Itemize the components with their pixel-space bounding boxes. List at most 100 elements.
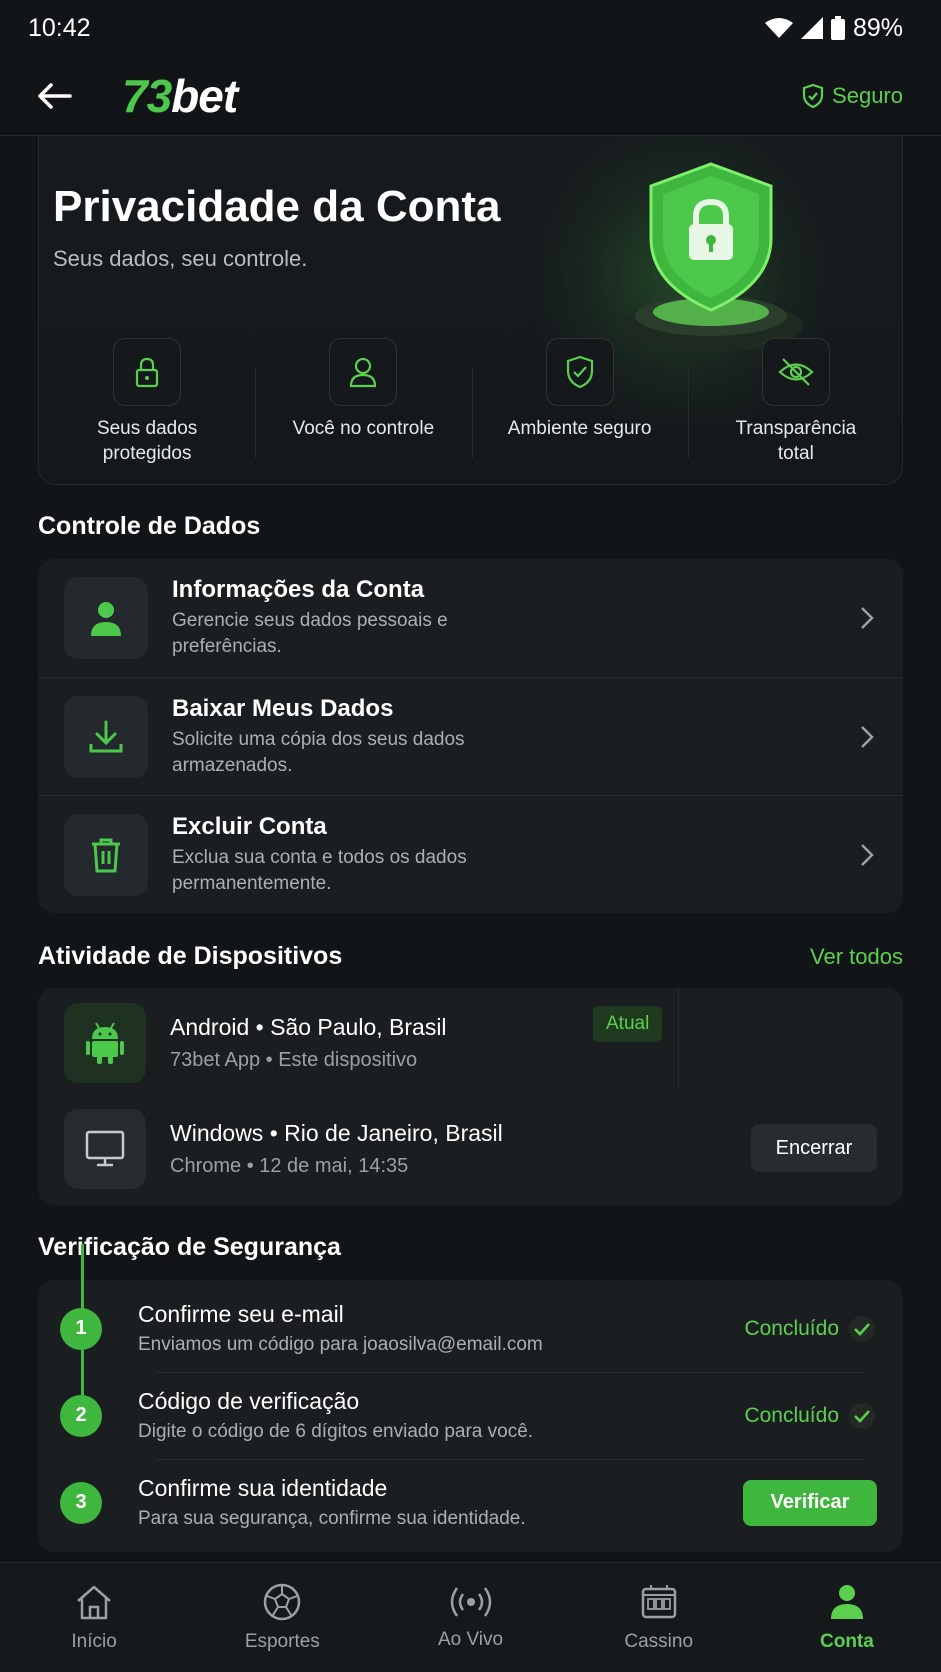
- top-bar: 73bet Seguro: [0, 56, 941, 136]
- row-text: Informações da Conta Gerencie seus dados…: [172, 576, 472, 660]
- step-description: Digite o código de 6 dígitos enviado par…: [138, 1421, 534, 1442]
- nav-label: Conta: [820, 1630, 874, 1652]
- download-icon: [89, 720, 123, 752]
- status-time: 10:42: [28, 13, 91, 42]
- secure-label: Seguro: [832, 82, 903, 108]
- row-title: Excluir Conta: [172, 812, 327, 840]
- nav-label: Cassino: [624, 1630, 694, 1652]
- wifi-icon: [764, 18, 793, 38]
- step-description: Enviamos um código para joaosilva@email.…: [138, 1334, 543, 1355]
- step-code: 2 Código de verificação Digite o código …: [38, 1372, 903, 1459]
- battery-icon: [830, 16, 845, 40]
- page-title: Privacidade da Conta: [53, 182, 501, 231]
- end-session-button[interactable]: Encerrar: [751, 1124, 877, 1172]
- download-data-row[interactable]: Baixar Meus Dados Solicite uma cópia dos…: [38, 677, 903, 795]
- soccer-ball-icon: [264, 1583, 301, 1620]
- live-broadcast-icon: [450, 1586, 491, 1617]
- device-title: Windows • Rio de Janeiro, Brasil: [170, 1120, 503, 1146]
- devices-title: Atividade de Dispositivos: [38, 942, 343, 970]
- device-text: Windows • Rio de Janeiro, Brasil Chrome …: [170, 1120, 503, 1178]
- row-icon-box: [64, 813, 148, 896]
- step-text: Confirme sua identidade Para sua seguran…: [138, 1475, 526, 1530]
- step-title: Confirme seu e-mail: [138, 1301, 344, 1327]
- data-control-card: Informações da Conta Gerencie seus dados…: [38, 559, 903, 913]
- bottom-navigation: Início Esportes Ao Vivo Cassino Conta: [0, 1562, 941, 1672]
- feature-protected-data: Seus dados protegidos: [39, 338, 255, 468]
- status-label: Concluído: [744, 1316, 839, 1340]
- step-identity: 3 Confirme sua identidade Para sua segur…: [38, 1459, 903, 1546]
- back-button[interactable]: [38, 76, 78, 116]
- step-title: Código de verificação: [138, 1388, 360, 1414]
- feature-icon-box: [761, 338, 830, 406]
- feature-secure-environment: Ambiente seguro: [471, 338, 688, 468]
- user-icon: [350, 357, 377, 388]
- chevron-right-icon: [861, 843, 874, 866]
- see-all-devices-link[interactable]: Ver todos: [810, 944, 903, 970]
- step-description: Para sua segurança, confirme sua identid…: [138, 1508, 526, 1529]
- device-subtitle: 73bet App • Este dispositivo: [170, 1049, 418, 1071]
- lock-icon: [136, 357, 159, 388]
- battery-level: 89%: [852, 13, 903, 42]
- row-icon-box: [64, 577, 148, 659]
- feature-icon-box: [545, 338, 614, 406]
- feature-label: Transparência total: [735, 418, 857, 464]
- brand-logo[interactable]: 73bet: [122, 69, 238, 123]
- step-number: 2: [60, 1394, 102, 1437]
- device-text: Android • São Paulo, Brasil 73bet App • …: [170, 1014, 447, 1072]
- security-card: 1 Confirme seu e-mail Enviamos um código…: [38, 1280, 903, 1552]
- nav-label: Início: [71, 1630, 117, 1652]
- row-description: Gerencie seus dados pessoais e preferênc…: [172, 610, 448, 657]
- shield-lock-illustration: [619, 162, 803, 352]
- chevron-right-icon: [861, 607, 874, 629]
- nav-ao-vivo[interactable]: Ao Vivo: [376, 1563, 564, 1672]
- shield-check-icon: [802, 83, 824, 108]
- device-icon-box: [64, 1003, 146, 1083]
- feature-in-control: Você no controle: [255, 338, 471, 468]
- feature-label: Seus dados protegidos: [96, 418, 198, 464]
- status-indicators: 89%: [764, 13, 903, 43]
- nav-esportes[interactable]: Esportes: [188, 1563, 376, 1672]
- nav-inicio[interactable]: Início: [0, 1563, 188, 1672]
- nav-cassino[interactable]: Cassino: [565, 1563, 753, 1672]
- device-row-android: Android • São Paulo, Brasil 73bet App • …: [38, 988, 903, 1098]
- nav-label: Ao Vivo: [437, 1628, 504, 1650]
- step-status: Concluído: [744, 1315, 875, 1342]
- signal-icon: [800, 17, 823, 39]
- shield-check-icon: [566, 355, 593, 389]
- device-icon-box: [64, 1109, 146, 1189]
- current-device-badge: Atual: [593, 1006, 663, 1042]
- row-description: Exclua sua conta e todos os dados perman…: [172, 846, 467, 894]
- verify-button[interactable]: Verificar: [743, 1479, 877, 1526]
- account-info-row[interactable]: Informações da Conta Gerencie seus dados…: [38, 559, 903, 677]
- step-text: Confirme seu e-mail Enviamos um código p…: [138, 1301, 543, 1356]
- check-icon: [849, 1402, 875, 1429]
- feature-icon-box: [329, 338, 398, 406]
- nav-conta[interactable]: Conta: [753, 1563, 941, 1672]
- status-bar: 10:42 89%: [0, 0, 941, 56]
- check-icon: [849, 1315, 875, 1342]
- step-email: 1 Confirme seu e-mail Enviamos um código…: [38, 1285, 903, 1372]
- step-status: Concluído: [744, 1402, 875, 1429]
- delete-account-row[interactable]: Excluir Conta Exclua sua conta e todos o…: [38, 795, 903, 913]
- feature-transparency: Transparência total: [687, 338, 902, 468]
- step-text: Código de verificação Digite o código de…: [138, 1388, 533, 1443]
- row-title: Informações da Conta: [172, 576, 425, 603]
- devices-card: Android • São Paulo, Brasil 73bet App • …: [38, 988, 903, 1205]
- nav-label: Esportes: [244, 1630, 320, 1652]
- monitor-icon: [85, 1130, 125, 1167]
- slot-machine-icon: [641, 1584, 676, 1618]
- row-text: Excluir Conta Exclua sua conta e todos o…: [172, 813, 472, 897]
- device-title: Android • São Paulo, Brasil: [170, 1014, 447, 1040]
- status-label: Concluído: [744, 1403, 839, 1427]
- eye-off-icon: [778, 358, 814, 386]
- user-icon: [91, 602, 121, 636]
- row-text: Baixar Meus Dados Solicite uma cópia dos…: [172, 695, 472, 779]
- device-subtitle: Chrome • 12 de mai, 14:35: [170, 1155, 409, 1177]
- feature-label: Ambiente seguro: [507, 418, 652, 439]
- secure-indicator[interactable]: Seguro: [802, 83, 903, 109]
- feature-label: Você no controle: [292, 418, 435, 439]
- device-row-windows: Windows • Rio de Janeiro, Brasil Chrome …: [38, 1098, 903, 1200]
- privacy-hero: Privacidade da Conta Seus dados, seu con…: [38, 136, 903, 485]
- row-description: Solicite uma cópia dos seus dados armaze…: [172, 728, 465, 776]
- step-number: 1: [60, 1307, 102, 1350]
